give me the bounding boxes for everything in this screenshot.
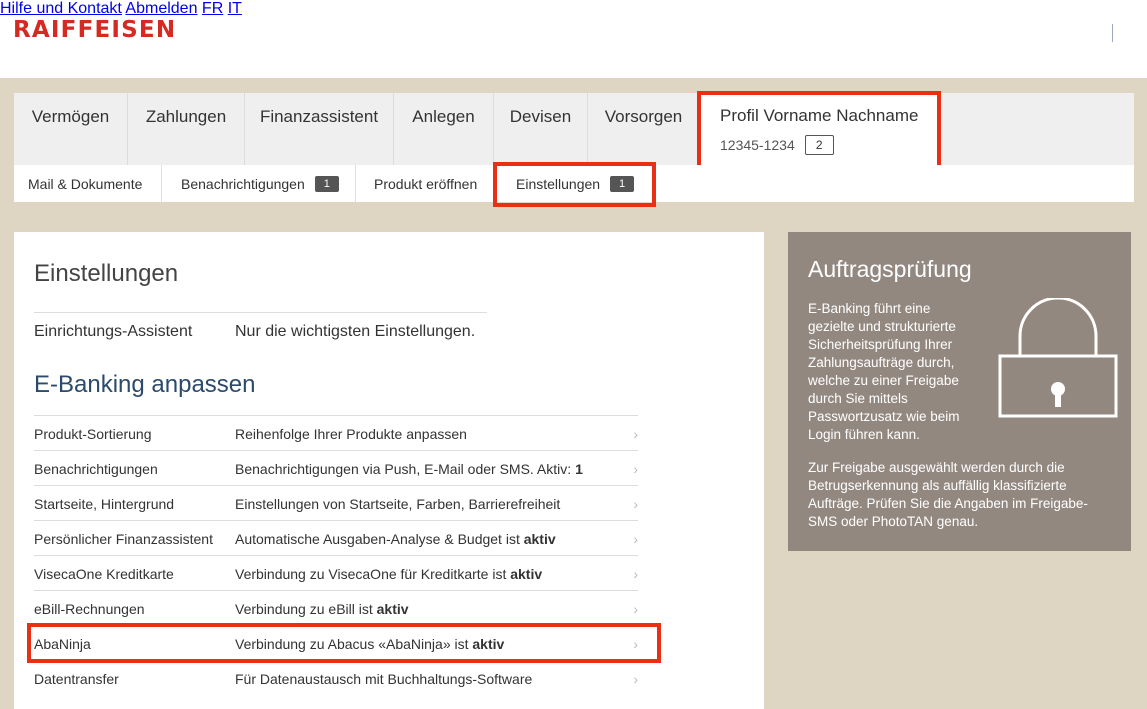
chevron-right-icon: ›	[633, 426, 638, 442]
row-value: Automatische Ausgaben-Analyse & Budget i…	[235, 531, 556, 547]
lock-icon	[998, 296, 1118, 425]
notifications-badge: 1	[314, 175, 339, 192]
subnav-open-product-label: Produkt eröffnen	[374, 175, 478, 192]
chevron-right-icon: ›	[633, 496, 638, 512]
contract-number: 12345-1234	[720, 137, 795, 153]
subnav-mail-label: Mail & Dokumente	[28, 175, 143, 192]
page-title: Einstellungen	[34, 260, 179, 287]
info-box-text-2: Zur Freigabe ausgewählt werden durch die…	[808, 460, 1088, 529]
chevron-right-icon: ›	[633, 461, 638, 477]
settings-row-abaninja[interactable]: AbaNinja Verbindung zu Abacus «AbaNinja»…	[34, 625, 638, 660]
tab-zahlungen[interactable]: Zahlungen	[128, 93, 245, 165]
profile-name: Profil Vorname Nachname	[720, 106, 919, 125]
chevron-right-icon: ›	[633, 566, 638, 582]
info-box-text-1: E-Banking führt eine gezielte und strukt…	[808, 301, 960, 442]
settings-row-finance-assistant[interactable]: Persönlicher Finanzassistent Automatisch…	[34, 520, 638, 555]
order-check-info-box: Auftragsprüfung E-Banking führt eine gez…	[788, 232, 1131, 551]
subnav-notifications[interactable]: Benachrichtigungen 1	[162, 165, 356, 202]
row-value: Für Datenaustausch mit Buchhaltungs-Soft…	[235, 671, 533, 687]
subnav-notifications-label: Benachrichtigungen	[181, 175, 305, 192]
tab-devisen[interactable]: Devisen	[494, 93, 588, 165]
language-fr-link[interactable]: FR	[202, 0, 223, 17]
row-value: Verbindung zu eBill ist aktiv	[235, 601, 409, 617]
settings-row-visecaone[interactable]: VisecaOne Kreditkarte Verbindung zu Vise…	[34, 555, 638, 590]
top-bar: RAIFFEISEN Hilfe und Kontakt Abmelden FR…	[0, 0, 1147, 78]
language-it-link[interactable]: IT	[228, 0, 242, 17]
settings-row-notifications[interactable]: Benachrichtigungen Benachrichtigungen vi…	[34, 450, 638, 485]
tab-vermoegen[interactable]: Vermögen	[14, 93, 128, 165]
row-key: VisecaOne Kreditkarte	[34, 566, 174, 582]
row-value: Verbindung zu Abacus «AbaNinja» ist akti…	[235, 636, 505, 652]
setup-assistant-key: Einrichtungs-Assistent	[34, 323, 193, 340]
row-value: Einstellungen von Startseite, Farben, Ba…	[235, 496, 561, 512]
subnav-settings-label: Einstellungen	[516, 175, 601, 192]
row-key: Produkt-Sortierung	[34, 426, 152, 442]
info-box-title: Auftragsprüfung	[808, 256, 972, 282]
settings-row-datatransfer[interactable]: Datentransfer Für Datenaustausch mit Buc…	[34, 660, 638, 695]
chevron-right-icon: ›	[633, 671, 638, 687]
settings-row-ebill[interactable]: eBill-Rechnungen Verbindung zu eBill ist…	[34, 590, 638, 625]
row-key: eBill-Rechnungen	[34, 601, 145, 617]
setup-assistant-value: Nur die wichtigsten Einstellungen.	[235, 323, 476, 340]
row-value: Benachrichtigungen via Push, E-Mail oder…	[235, 461, 583, 477]
contract-count-badge[interactable]: 2	[804, 135, 834, 155]
subnav-mail[interactable]: Mail & Dokumente	[14, 165, 162, 202]
chevron-right-icon: ›	[633, 601, 638, 617]
raiffeisen-logo[interactable]: RAIFFEISEN	[13, 17, 176, 43]
sub-navigation: Mail & Dokumente Benachrichtigungen 1 Pr…	[14, 165, 1134, 202]
row-key: Datentransfer	[34, 671, 119, 687]
chevron-right-icon: ›	[633, 636, 638, 652]
tab-finanzassistent[interactable]: Finanzassistent	[245, 93, 394, 165]
section-title: E-Banking anpassen	[34, 371, 256, 398]
logout-link[interactable]: Abmelden	[125, 0, 197, 17]
row-key: Startseite, Hintergrund	[34, 496, 175, 512]
settings-badge: 1	[610, 175, 635, 192]
profile-contract: 12345-1234 2	[720, 135, 938, 155]
profile-tab[interactable]: Profil Vorname Nachname 12345-1234 2	[700, 93, 938, 165]
settings-panel: Einstellungen Einrichtungs-Assistent Nur…	[14, 232, 764, 709]
tab-vorsorgen[interactable]: Vorsorgen	[588, 93, 700, 165]
row-key: Persönlicher Finanzassistent	[34, 531, 213, 547]
row-value: Verbindung zu VisecaOne für Kreditkarte …	[235, 566, 543, 582]
chevron-right-icon: ›	[633, 531, 638, 547]
setup-assistant-row[interactable]: Einrichtungs-Assistent Nur die wichtigst…	[34, 312, 487, 347]
help-contact-link[interactable]: Hilfe und Kontakt	[0, 0, 122, 17]
subnav-settings[interactable]: Einstellungen 1	[496, 165, 654, 202]
row-key: Benachrichtigungen	[34, 461, 158, 477]
row-value: Reihenfolge Ihrer Produkte anpassen	[235, 426, 467, 442]
row-key: AbaNinja	[34, 636, 91, 652]
main-navigation: Vermögen Zahlungen Finanzassistent Anleg…	[14, 93, 1134, 165]
tab-anlegen[interactable]: Anlegen	[394, 93, 494, 165]
subnav-open-product[interactable]: Produkt eröffnen	[356, 165, 496, 202]
settings-row-product-sorting[interactable]: Produkt-Sortierung Reihenfolge Ihrer Pro…	[34, 415, 638, 450]
settings-row-homepage[interactable]: Startseite, Hintergrund Einstellungen vo…	[34, 485, 638, 520]
language-separator	[1112, 24, 1113, 42]
